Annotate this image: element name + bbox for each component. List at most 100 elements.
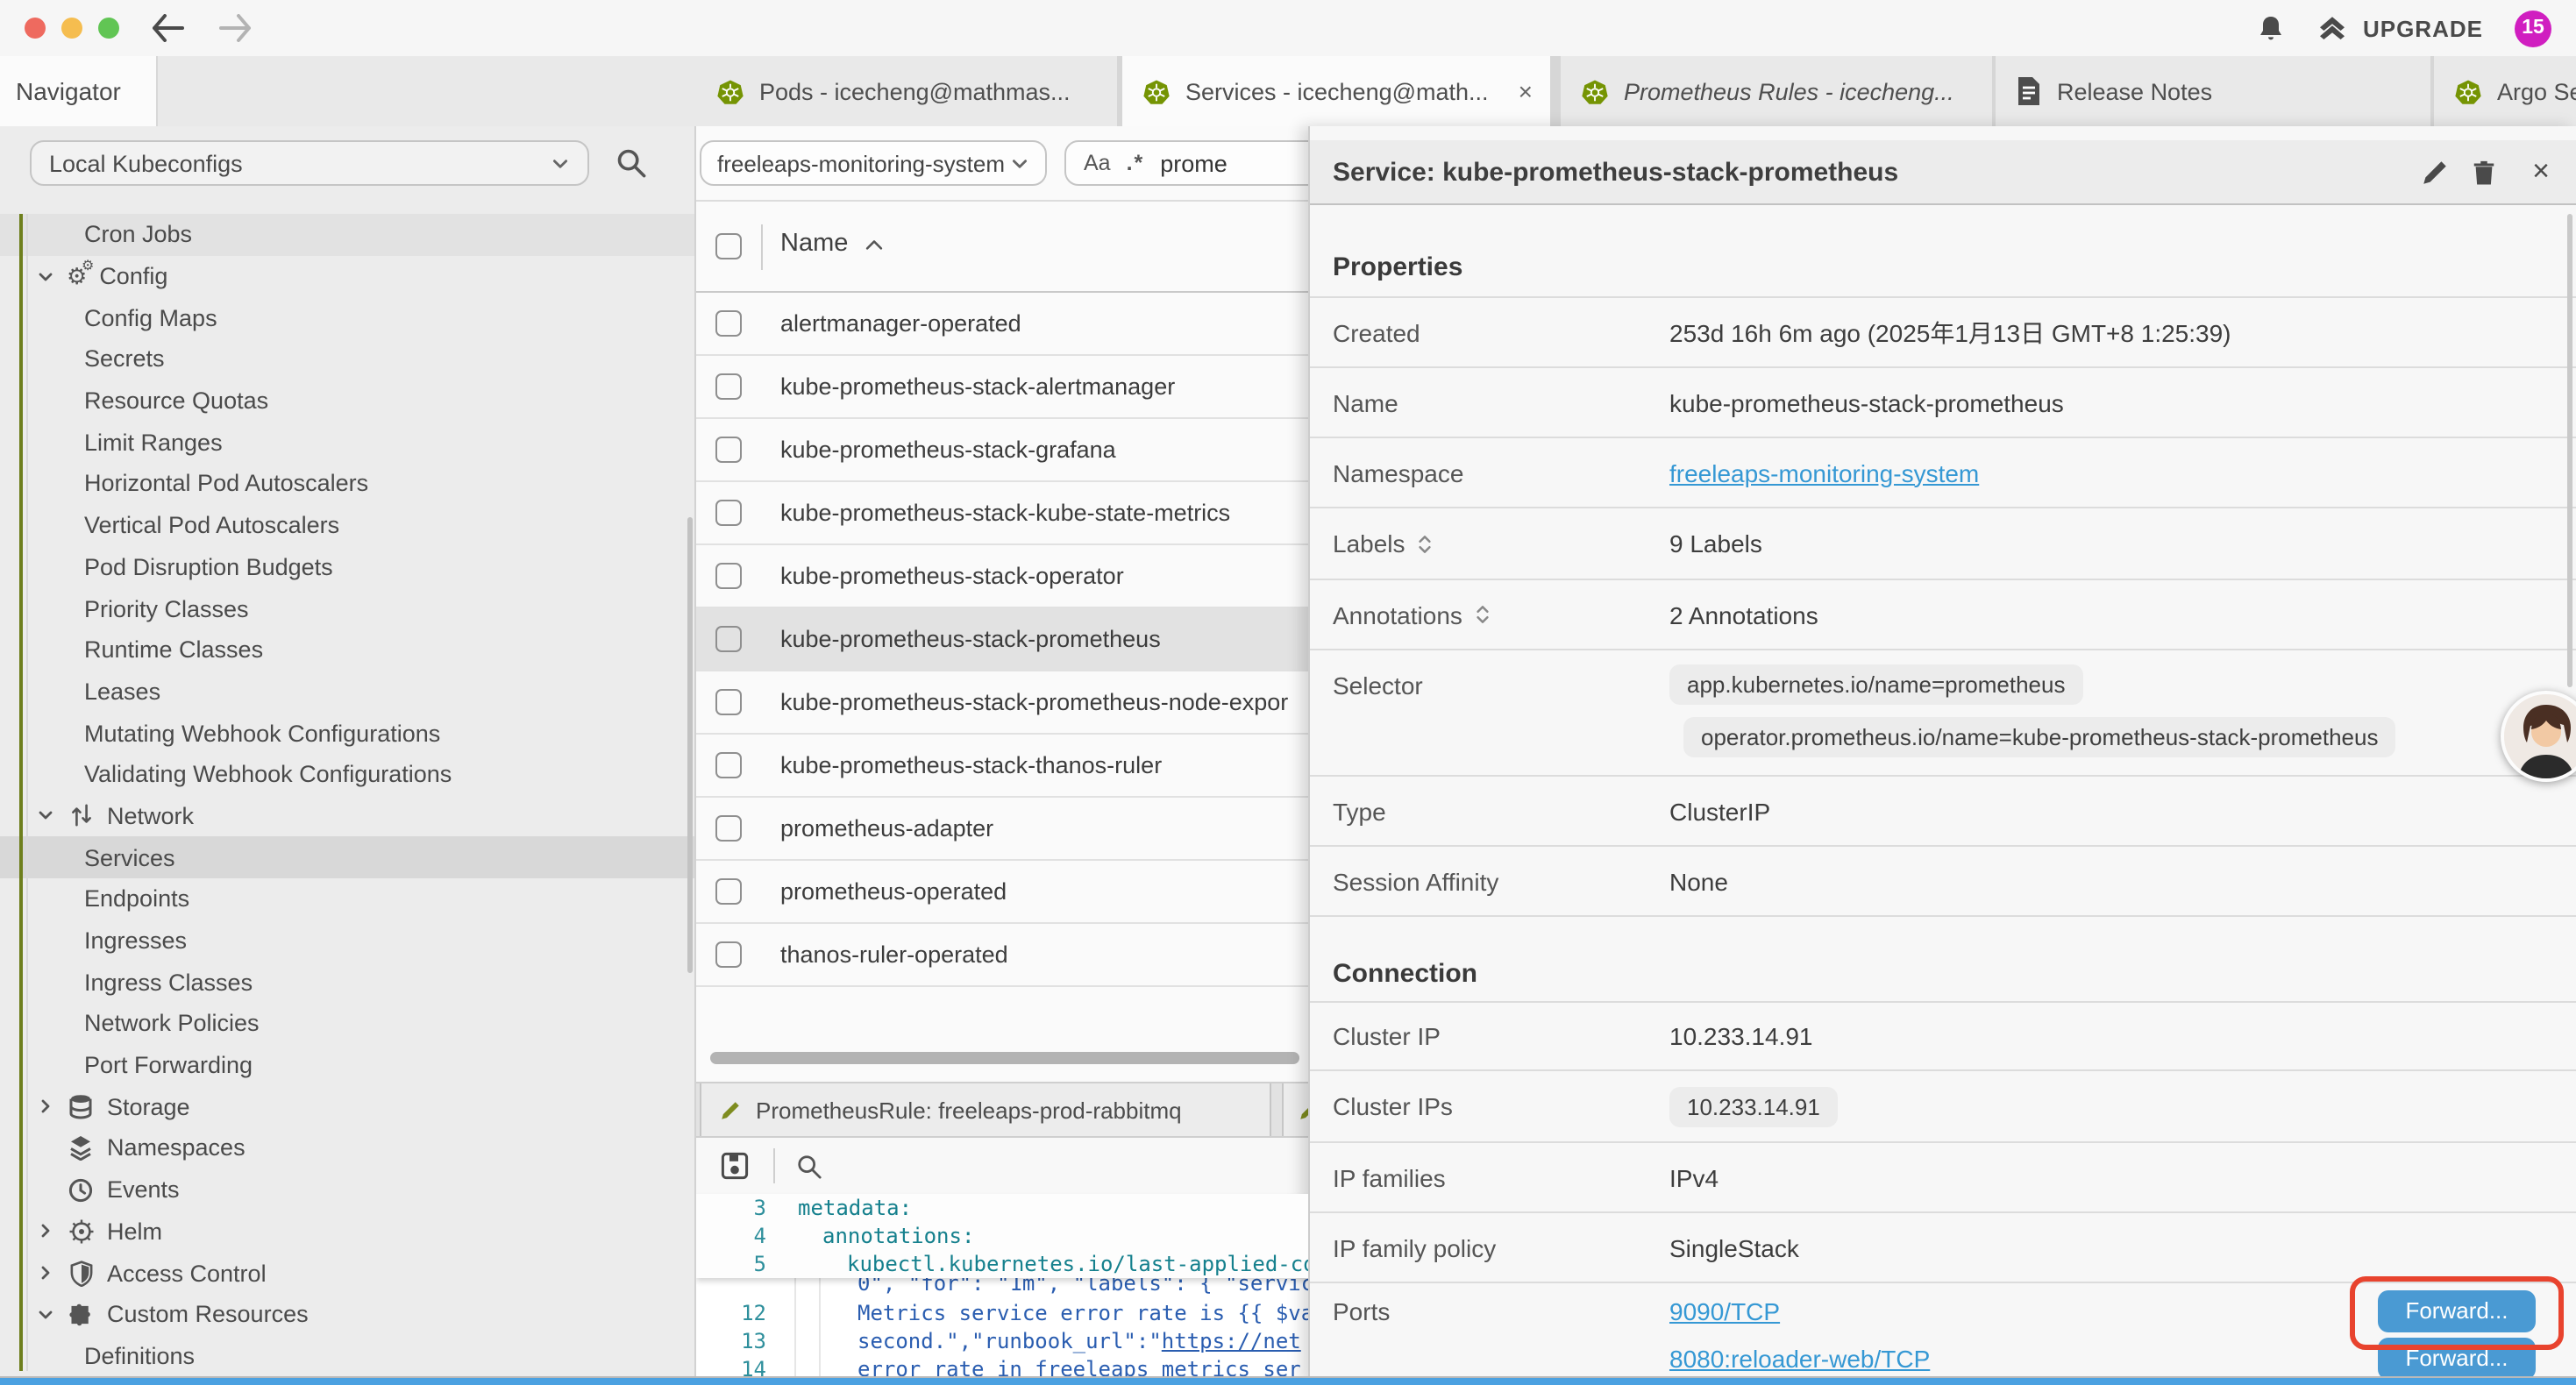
row-checkbox[interactable] [715, 437, 742, 463]
namespace-link[interactable]: freeleaps-monitoring-system [1669, 458, 1979, 487]
row-checkbox[interactable] [715, 310, 742, 337]
sidebar-item-resource-quotas[interactable]: Resource Quotas [0, 380, 694, 422]
select-all-checkbox[interactable] [715, 233, 742, 259]
search-input[interactable]: Aa .* prome [1064, 140, 1308, 186]
editor-tab-prometheusrule[interactable]: PrometheusRule: freeleaps-prod-rabbitmq [700, 1083, 1271, 1136]
sidebar-item-horizontal-pod-autoscalers[interactable]: Horizontal Pod Autoscalers [0, 463, 694, 504]
save-icon[interactable] [721, 1152, 749, 1180]
tab-release-notes[interactable]: Release Notes [1996, 56, 2430, 126]
row-checkbox[interactable] [715, 689, 742, 715]
sidebar-item-mutating-webhook-configurations[interactable]: Mutating Webhook Configurations [0, 713, 694, 754]
port-link-9090[interactable]: 9090/TCP [1669, 1296, 1780, 1325]
namespace-select[interactable]: freeleaps-monitoring-system [700, 140, 1047, 186]
table-row[interactable]: kube-prometheus-stack-grafana [696, 419, 1308, 482]
row-checkbox[interactable] [715, 941, 742, 968]
property-label[interactable]: Annotations [1310, 600, 1669, 629]
tab-services[interactable]: Services - icecheng@math... × [1122, 56, 1550, 126]
code-link[interactable]: https://net [1162, 1329, 1301, 1353]
sidebar-item-services[interactable]: Services [0, 837, 694, 878]
property-value: SingleStack [1669, 1233, 1799, 1261]
sidebar-item-helm[interactable]: Helm [0, 1211, 694, 1252]
sidebar-item-config-maps[interactable]: Config Maps [0, 297, 694, 338]
table-row[interactable]: kube-prometheus-stack-prometheus-node-ex… [696, 671, 1308, 735]
table-row-selected[interactable]: kube-prometheus-stack-prometheus [696, 608, 1308, 671]
tab-navigator[interactable]: Navigator [0, 56, 158, 126]
sidebar-item-pod-disruption-budgets[interactable]: Pod Disruption Budgets [0, 546, 694, 587]
name-column-header[interactable]: Name [780, 230, 883, 258]
maximize-window-button[interactable] [98, 18, 119, 39]
kubeconfig-select[interactable]: Local Kubeconfigs [30, 140, 589, 186]
sidebar-item-storage[interactable]: Storage [0, 1086, 694, 1127]
sidebar-item-definitions[interactable]: Definitions [0, 1335, 694, 1376]
drawer-scrollbar[interactable] [2566, 214, 2572, 687]
sidebar-item-vertical-pod-autoscalers[interactable]: Vertical Pod Autoscalers [0, 505, 694, 546]
close-tab-icon[interactable]: × [1505, 77, 1533, 105]
kubernetes-icon [717, 78, 744, 104]
sidebar-item-network-policies[interactable]: Network Policies [0, 1003, 694, 1044]
row-checkbox[interactable] [715, 373, 742, 400]
row-checkbox[interactable] [715, 563, 742, 589]
sidebar-item-config[interactable]: ⚙⚙ Config [0, 255, 694, 296]
row-checkbox[interactable] [715, 878, 742, 905]
match-case-toggle[interactable]: Aa [1084, 151, 1111, 175]
sidebar-item-leases[interactable]: Leases [0, 671, 694, 712]
sidebar-item-endpoints[interactable]: Endpoints [0, 878, 694, 920]
property-label: Type [1310, 797, 1669, 825]
sidebar-item-priority-classes[interactable]: Priority Classes [0, 587, 694, 629]
search-icon[interactable] [616, 147, 647, 179]
table-row[interactable]: kube-prometheus-stack-thanos-ruler [696, 735, 1308, 798]
sidebar-item-runtime-classes[interactable]: Runtime Classes [0, 629, 694, 671]
sidebar-item-limit-ranges[interactable]: Limit Ranges [0, 422, 694, 463]
row-checkbox[interactable] [715, 500, 742, 526]
table-row[interactable]: kube-prometheus-stack-kube-state-metrics [696, 482, 1308, 545]
sidebar-item-port-forwarding[interactable]: Port Forwarding [0, 1045, 694, 1086]
table-row[interactable]: alertmanager-operated [696, 293, 1308, 356]
sidebar-scrollbar[interactable] [687, 517, 693, 973]
back-arrow-icon[interactable] [151, 14, 186, 42]
code-line: Metrics service error rate is {{ $va [787, 1301, 1308, 1325]
table-row[interactable]: prometheus-adapter [696, 798, 1308, 861]
search-icon[interactable] [796, 1153, 822, 1179]
sidebar-item-ingress-classes[interactable]: Ingress Classes [0, 962, 694, 1003]
row-checkbox[interactable] [715, 626, 742, 652]
notification-badge[interactable]: 15 [2515, 10, 2551, 46]
sidebar-item-cron-jobs[interactable]: Cron Jobs [0, 214, 694, 255]
row-checkbox[interactable] [715, 752, 742, 778]
sidebar-item-network[interactable]: Network [0, 795, 694, 836]
yaml-editor[interactable]: 3metadata: 4annotations: 5kubectl.kubern… [696, 1194, 1308, 1385]
sidebar-item-access-control[interactable]: Access Control [0, 1252, 694, 1293]
sidebar-item-custom-resources[interactable]: Custom Resources [0, 1294, 694, 1335]
delete-trash-icon[interactable] [2471, 158, 2497, 188]
sort-ascending-icon [864, 238, 883, 250]
property-value: IPv4 [1669, 1163, 1719, 1191]
close-icon[interactable]: × [2532, 156, 2550, 186]
upgrade-button[interactable]: UPGRADE [2317, 14, 2483, 42]
tab-pods[interactable]: Pods - icecheng@mathmas... [696, 56, 1117, 126]
horizontal-scrollbar[interactable] [710, 1052, 1299, 1064]
navigator-tab-zone: Navigator [0, 56, 696, 128]
drawer-body: Properties Created 253d 16h 6m ago (2025… [1310, 205, 2576, 1385]
namespace-select-value: freeleaps-monitoring-system [717, 150, 1005, 176]
port-link-8080[interactable]: 8080:reloader-web/TCP [1669, 1344, 1930, 1372]
sidebar-item-events[interactable]: Events [0, 1169, 694, 1211]
table-row[interactable]: prometheus-operated [696, 861, 1308, 924]
sidebar-item-secrets[interactable]: Secrets [0, 338, 694, 380]
bell-icon[interactable] [2258, 13, 2286, 43]
editor-tab-partial[interactable] [1282, 1083, 1308, 1136]
tab-argo[interactable]: Argo Se [2434, 56, 2576, 126]
sidebar-item-validating-webhook-configurations[interactable]: Validating Webhook Configurations [0, 754, 694, 795]
table-row[interactable]: kube-prometheus-stack-operator [696, 545, 1308, 608]
table-row[interactable]: kube-prometheus-stack-alertmanager [696, 356, 1308, 419]
row-checkbox[interactable] [715, 815, 742, 842]
regex-toggle[interactable]: .* [1127, 151, 1145, 175]
tab-prometheus-rules[interactable]: Prometheus Rules - icecheng... [1561, 56, 1992, 126]
sidebar-item-namespaces[interactable]: Namespaces [0, 1127, 694, 1168]
edit-pencil-icon[interactable] [2420, 158, 2450, 188]
property-row-type: Type ClusterIP [1310, 777, 2576, 847]
property-label[interactable]: Labels [1310, 529, 1669, 558]
sidebar-item-ingresses[interactable]: Ingresses [0, 920, 694, 961]
minimize-window-button[interactable] [61, 18, 82, 39]
table-row[interactable]: thanos-ruler-operated [696, 924, 1308, 987]
forward-arrow-icon[interactable] [217, 14, 253, 42]
close-window-button[interactable] [25, 18, 46, 39]
